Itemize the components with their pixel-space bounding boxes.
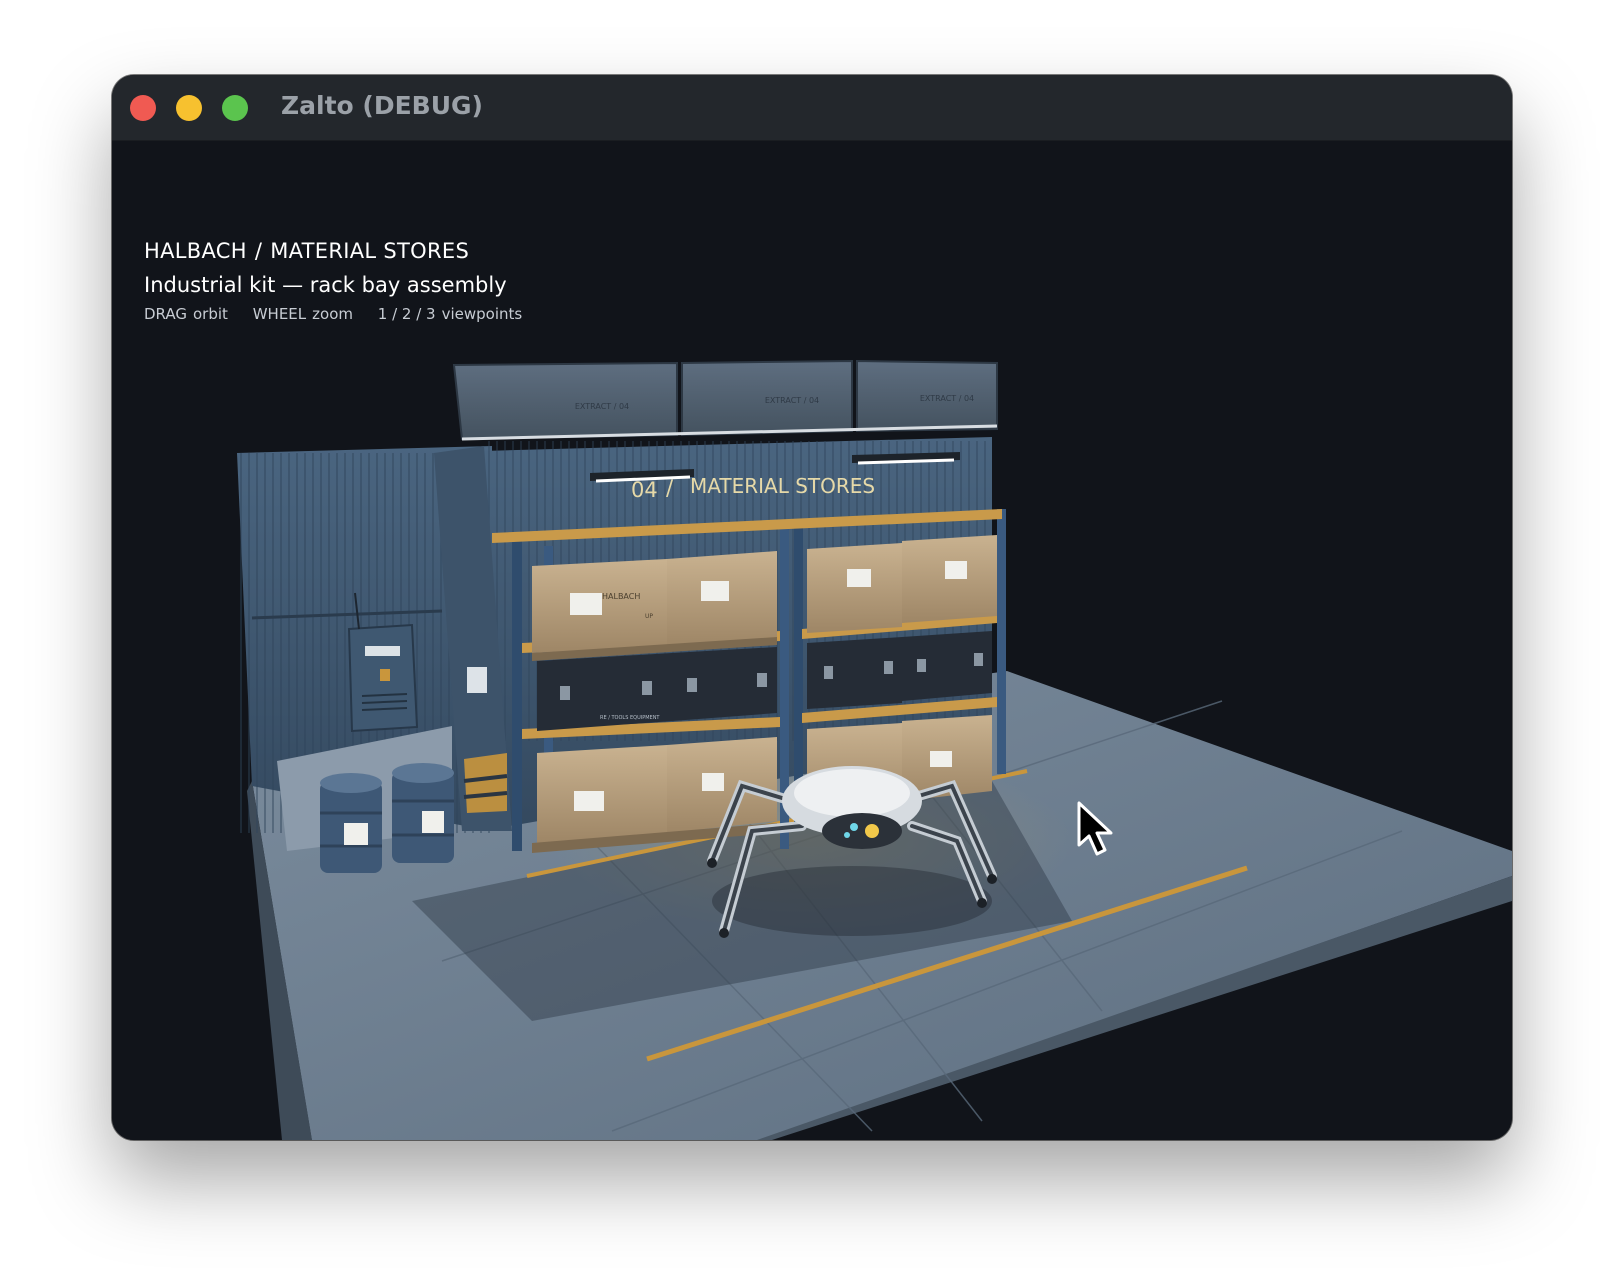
maximize-button[interactable] xyxy=(222,95,248,121)
duct-label-1: EXTRACT / 04 xyxy=(575,402,629,411)
mouse-pointer-icon xyxy=(1077,801,1113,856)
breadcrumb: HALBACH / MATERIAL STORES xyxy=(144,239,542,263)
minimize-button[interactable] xyxy=(176,95,202,121)
control-action-zoom: zoom xyxy=(312,305,353,323)
control-action-viewpoints: viewpoints xyxy=(441,305,523,323)
control-key-drag: DRAG xyxy=(144,305,187,323)
case-label: RE / TOOLS EQUIPMENT xyxy=(600,715,660,721)
extract-ducts: EXTRACT / 04 EXTRACT / 04 EXTRACT / 04 xyxy=(452,359,998,441)
window-title: Zalto (DEBUG) xyxy=(281,91,483,120)
scene-subtitle: Industrial kit — rack bay assembly xyxy=(144,273,507,297)
3d-viewport[interactable]: EXTRACT / 04 EXTRACT / 04 EXTRACT / 04 0… xyxy=(112,141,1512,1140)
app-window: Zalto (DEBUG) EXTRACT / 04 EXTRACT / 04 … xyxy=(112,75,1512,1140)
control-key-viewpoints: 1 / 2 / 3 xyxy=(377,305,436,323)
crate-brand-label: HALBACH xyxy=(602,592,640,601)
crate-up-mark: UP xyxy=(645,613,653,620)
control-key-wheel: WHEEL xyxy=(252,305,307,323)
title-bar[interactable]: Zalto (DEBUG) xyxy=(112,75,1512,141)
wall-sign: 04 / MATERIAL STORES xyxy=(631,474,875,502)
sign-text: MATERIAL STORES xyxy=(690,474,875,498)
sign-number: 04 xyxy=(631,478,658,502)
duct-label-2: EXTRACT / 04 xyxy=(765,396,819,405)
breadcrumb-item-material-stores[interactable]: MATERIAL STORES xyxy=(270,239,469,263)
controls-hint: DRAG orbit WHEEL zoom 1 / 2 / 3 viewpoints xyxy=(144,305,542,323)
hud-overlay: HALBACH / MATERIAL STORES Industrial kit —… xyxy=(144,239,542,323)
breadcrumb-item-halbach[interactable]: HALBACH xyxy=(144,239,247,263)
control-action-orbit: orbit xyxy=(193,305,228,323)
sign-separator: / xyxy=(666,476,674,500)
breadcrumb-separator: / xyxy=(254,239,263,263)
duct-label-3: EXTRACT / 04 xyxy=(920,394,974,403)
close-button[interactable] xyxy=(130,95,156,121)
